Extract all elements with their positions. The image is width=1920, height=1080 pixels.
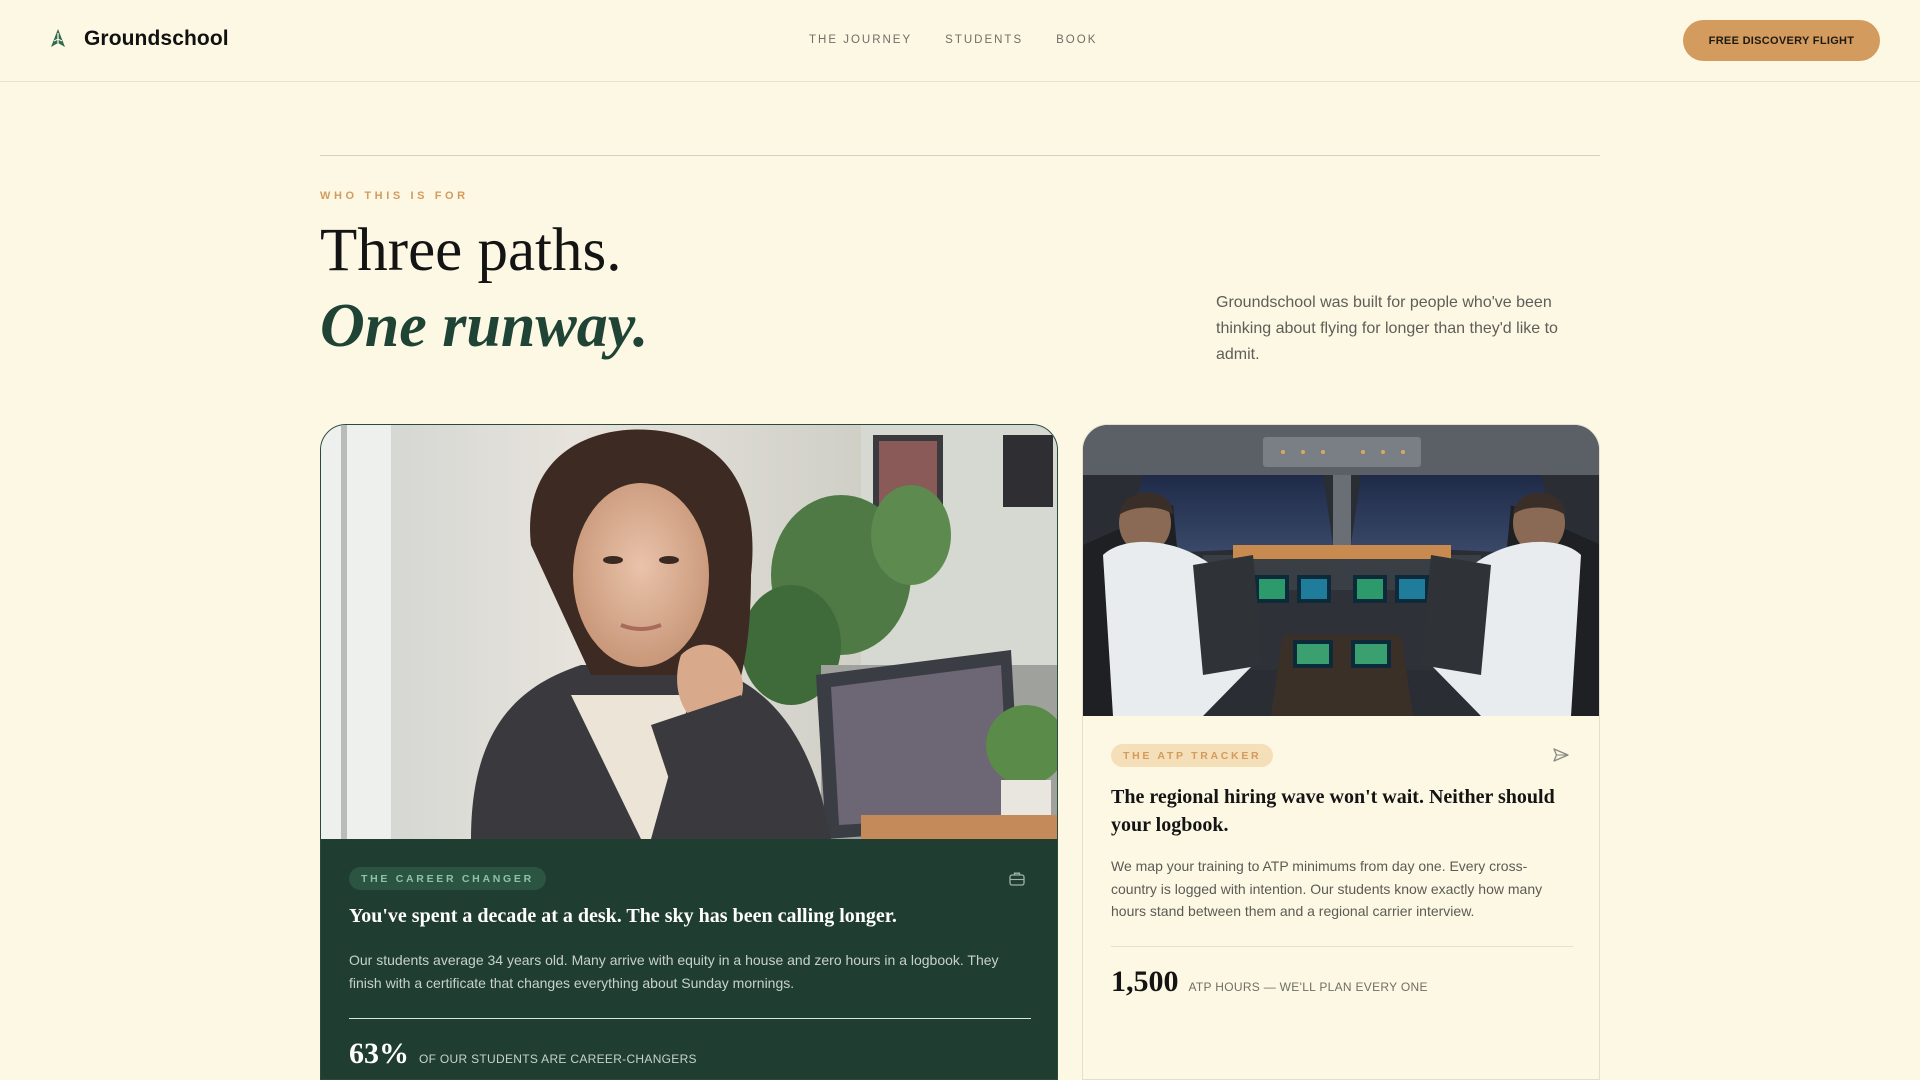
paper-plane-icon [1553,748,1569,762]
heading-line-2: One runway. [320,292,649,360]
section-eyebrow: WHO THIS IS FOR [320,190,469,202]
stat-label: ATP HOURS — WE'LL PLAN EVERY ONE [1188,980,1428,994]
cockpit-photo [1083,425,1599,716]
stat-label: OF OUR STUDENTS ARE CAREER-CHANGERS [419,1052,697,1066]
nav-link-students[interactable]: STUDENTS [945,34,1023,46]
top-nav: Groundschool THE JOURNEY STUDENTS BOOK F… [0,0,1920,82]
career-changer-body: Our students average 34 years old. Many … [349,952,999,991]
nav-link-book[interactable]: BOOK [1056,34,1097,46]
stat-value: 63% [349,1037,409,1070]
stat-value: 1,500 [1111,965,1179,998]
atp-tracker-title: The regional hiring wave won't wait. Nei… [1111,786,1555,836]
card-divider [1111,946,1573,947]
atp-tracker-body: We map your training to ATP minimums fro… [1111,858,1543,919]
nav-links: THE JOURNEY STUDENTS BOOK [809,34,1097,46]
atp-tracker-card[interactable]: THE ATP TRACKER The regional hiring wave… [1082,424,1600,1080]
career-changer-tag: THE CAREER CHANGER [349,867,546,890]
career-changer-card[interactable]: THE CAREER CHANGER You've spent a decade… [320,424,1058,1080]
nav-link-journey[interactable]: THE JOURNEY [809,34,912,46]
career-changer-stat: 63% OF OUR STUDENTS ARE CAREER-CHANGERS [349,1037,697,1071]
free-discovery-flight-button[interactable]: FREE DISCOVERY FLIGHT [1683,20,1880,61]
section-divider [320,155,1600,156]
atp-tracker-stat: 1,500 ATP HOURS — WE'LL PLAN EVERY ONE [1111,965,1428,999]
brand-logo-link[interactable]: Groundschool [48,27,229,51]
career-changer-title: You've spent a decade at a desk. The sky… [349,905,897,927]
section-intro: Groundschool was built for people who've… [1216,294,1558,363]
career-changer-photo [321,425,1057,839]
plane-leaf-icon [51,29,65,47]
atp-tracker-tag: THE ATP TRACKER [1111,744,1274,767]
heading-line-1: Three paths. [320,217,622,284]
card-divider [349,1018,1031,1019]
briefcase-icon [1009,872,1025,886]
brand-name: Groundschool [84,27,229,50]
